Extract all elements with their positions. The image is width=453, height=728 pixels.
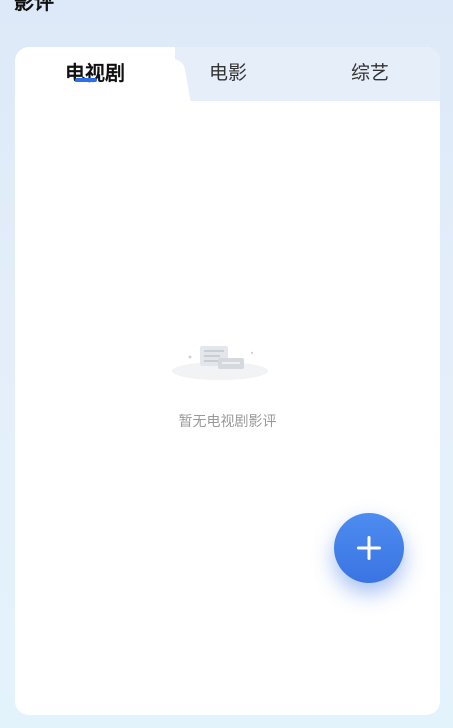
tab-movie[interactable]: 电影: [178, 47, 278, 101]
page-title: 影评: [14, 0, 54, 14]
tab-label: 综艺: [350, 62, 389, 84]
review-card: 电视剧 电影 综艺 暂无电视剧影评: [15, 47, 440, 715]
tab-bar: 电视剧 电影 综艺: [15, 47, 440, 101]
empty-state-text: 暂无电视剧影评: [178, 414, 277, 430]
tab-variety[interactable]: 综艺: [320, 47, 420, 101]
empty-document-icon: [170, 343, 270, 383]
tab-tv-series[interactable]: 电视剧: [15, 47, 175, 101]
plus-icon: [357, 536, 381, 560]
tab-label: 电影: [208, 62, 247, 84]
active-tab-indicator: [75, 78, 97, 82]
add-review-button[interactable]: [334, 513, 404, 583]
review-list: 暂无电视剧影评: [15, 101, 440, 715]
